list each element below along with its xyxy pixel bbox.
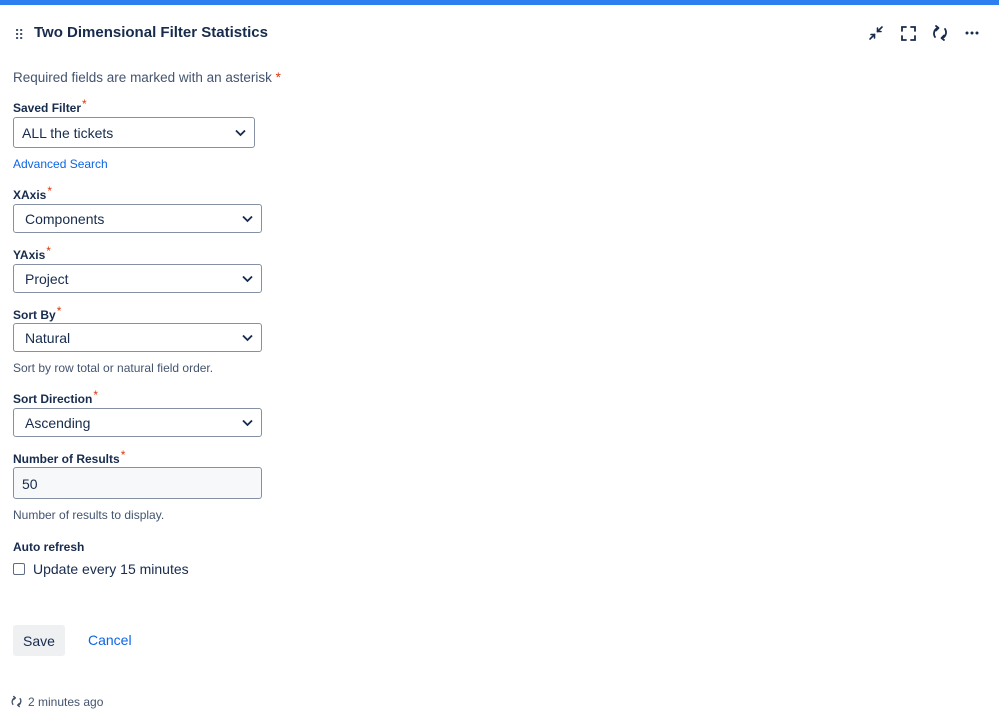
chevron-down-icon xyxy=(235,129,246,137)
saved-filter-select[interactable]: ALL the tickets xyxy=(13,117,255,148)
xaxis-label: XAxis* xyxy=(13,184,52,202)
gadget-title: Two Dimensional Filter Statistics xyxy=(34,24,268,41)
chevron-down-icon xyxy=(242,215,253,223)
auto-refresh-checkbox-label[interactable]: Update every 15 minutes xyxy=(33,561,189,577)
sort-by-label-text: Sort By xyxy=(13,308,56,322)
sort-direction-select[interactable]: Ascending xyxy=(13,408,262,437)
yaxis-label-text: YAxis xyxy=(13,248,46,262)
more-icon[interactable] xyxy=(961,22,983,44)
required-asterisk: * xyxy=(82,97,87,111)
num-results-value: 50 xyxy=(22,476,38,492)
chevron-down-icon xyxy=(242,334,253,342)
required-asterisk: * xyxy=(46,244,51,258)
required-asterisk: * xyxy=(275,70,281,85)
required-fields-note: Required fields are marked with an aster… xyxy=(13,70,281,85)
required-asterisk: * xyxy=(47,184,53,198)
auto-refresh-label: Auto refresh xyxy=(13,540,85,554)
last-updated-text: 2 minutes ago xyxy=(28,695,104,709)
sort-by-help: Sort by row total or natural field order… xyxy=(13,361,214,375)
saved-filter-label: Saved Filter* xyxy=(13,97,87,115)
refresh-icon xyxy=(11,695,22,708)
sort-direction-label: Sort Direction* xyxy=(13,388,98,406)
xaxis-label-text: XAxis xyxy=(13,188,47,202)
drag-handle-icon[interactable]: ⠿ xyxy=(14,27,24,44)
sort-by-value: Natural xyxy=(25,330,71,346)
required-asterisk: * xyxy=(56,304,62,318)
yaxis-select[interactable]: Project xyxy=(13,264,262,293)
num-results-input[interactable]: 50 xyxy=(13,467,262,499)
required-note-text: Required fields are marked with an aster… xyxy=(13,70,272,85)
saved-filter-label-text: Saved Filter xyxy=(13,101,82,115)
refresh-icon[interactable] xyxy=(929,22,951,44)
advanced-search-link[interactable]: Advanced Search xyxy=(13,157,108,171)
saved-filter-value: ALL the tickets xyxy=(22,125,114,141)
cancel-button[interactable]: Cancel xyxy=(88,632,132,648)
gadget-header: ⠿ Two Dimensional Filter Statistics xyxy=(0,5,999,63)
sort-direction-value: Ascending xyxy=(25,415,91,431)
num-results-label: Number of Results* xyxy=(13,448,125,466)
xaxis-select[interactable]: Components xyxy=(13,204,262,233)
sort-by-label: Sort By* xyxy=(13,304,61,322)
sort-direction-label-text: Sort Direction xyxy=(13,392,93,406)
required-asterisk: * xyxy=(93,388,99,402)
chevron-down-icon xyxy=(242,275,253,283)
maximize-icon[interactable] xyxy=(897,22,919,44)
chevron-down-icon xyxy=(242,419,253,427)
auto-refresh-checkbox[interactable] xyxy=(13,563,25,575)
minimize-icon[interactable] xyxy=(865,22,887,44)
yaxis-label: YAxis* xyxy=(13,244,51,262)
sort-by-select[interactable]: Natural xyxy=(13,323,262,352)
num-results-help: Number of results to display. xyxy=(13,508,165,522)
xaxis-value: Components xyxy=(25,211,105,227)
required-asterisk: * xyxy=(120,448,126,462)
num-results-label-text: Number of Results xyxy=(13,452,120,466)
save-button[interactable]: Save xyxy=(13,625,65,656)
yaxis-value: Project xyxy=(25,271,69,287)
